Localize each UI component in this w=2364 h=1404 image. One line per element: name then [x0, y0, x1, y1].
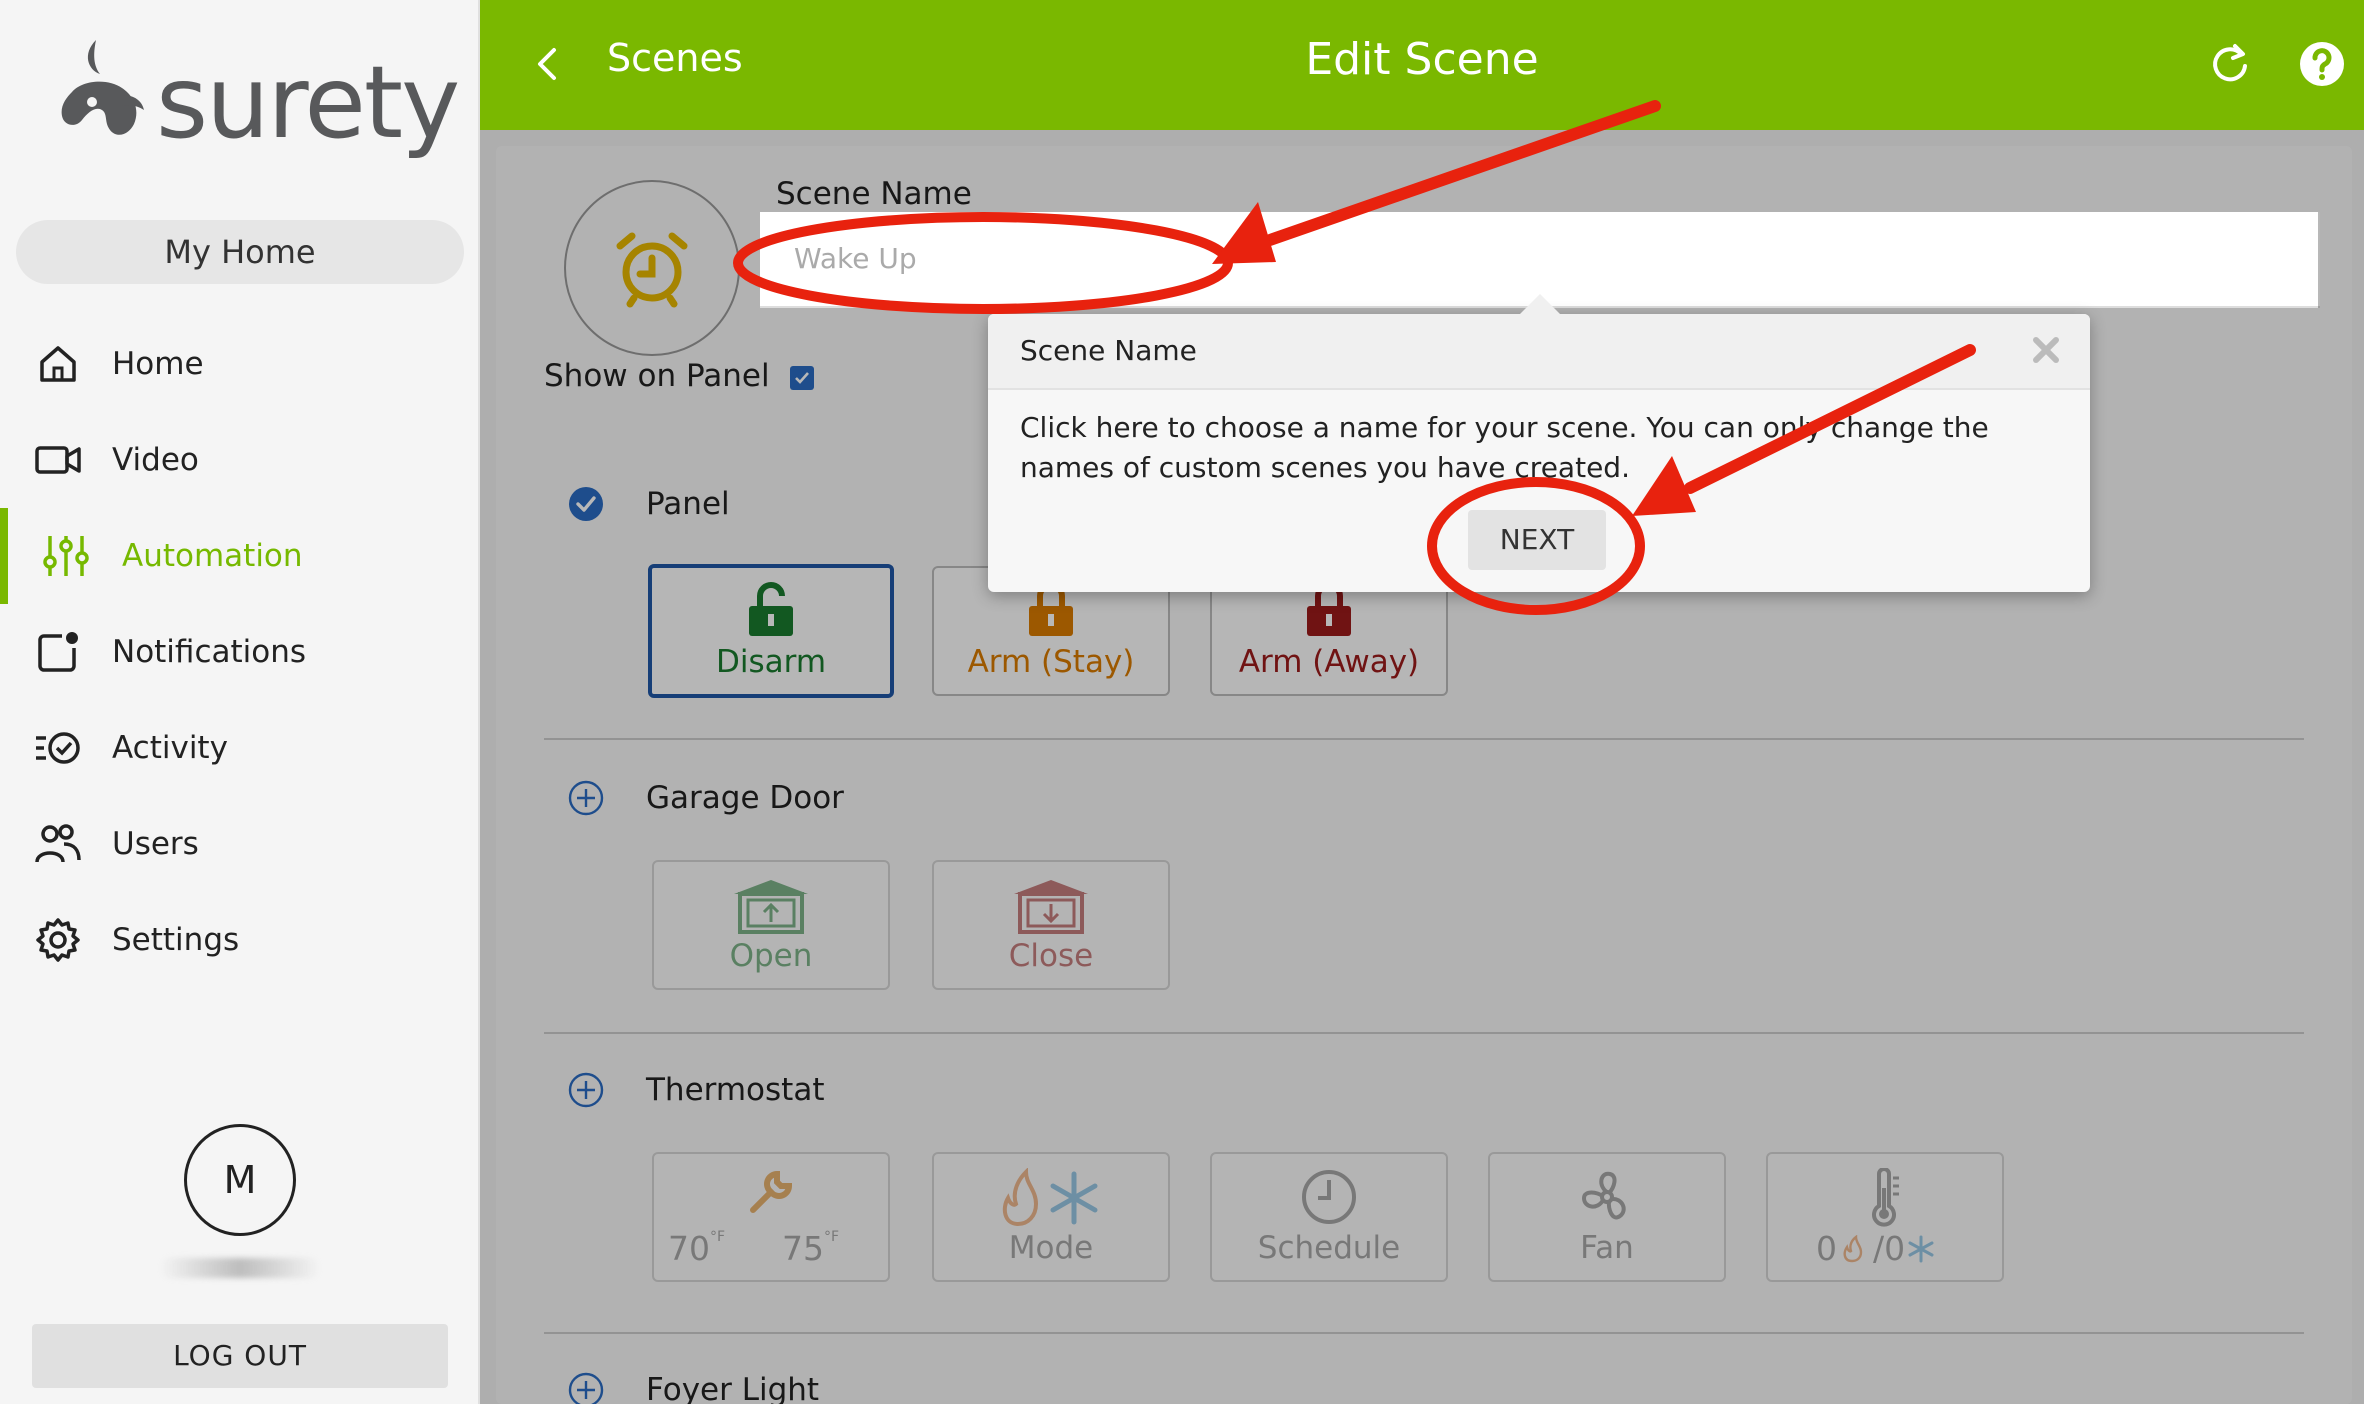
- brand-name: surety: [156, 44, 460, 161]
- logout-button[interactable]: LOG OUT: [32, 1324, 448, 1388]
- sidebar-item-label: Video: [112, 442, 199, 478]
- sidebar-item-users[interactable]: Users: [0, 796, 480, 892]
- surety-logo: surety: [52, 30, 460, 170]
- top-header: Scenes Edit Scene: [480, 0, 2364, 130]
- home-icon: [30, 336, 86, 392]
- page-title: Edit Scene: [1305, 34, 1539, 85]
- sidebar-item-label: Settings: [112, 922, 240, 958]
- sidebar-item-home[interactable]: Home: [0, 316, 480, 412]
- notification-icon: [30, 624, 86, 680]
- scene-name-placeholder: Wake Up: [794, 242, 917, 275]
- video-camera-icon: [30, 432, 86, 488]
- tutorial-popover: Scene Name Click here to choose a name f…: [988, 294, 2090, 592]
- next-button[interactable]: NEXT: [1468, 510, 1606, 570]
- gear-icon: [30, 912, 86, 968]
- sidebar-item-label: Users: [112, 826, 199, 862]
- sidebar-item-label: Activity: [112, 730, 228, 766]
- sidebar-item-notifications[interactable]: Notifications: [0, 604, 480, 700]
- chevron-left-icon[interactable]: [528, 44, 568, 84]
- sliders-icon: [38, 528, 94, 584]
- sidebar-item-label: Home: [112, 346, 204, 382]
- sidebar-item-label: Notifications: [112, 634, 307, 670]
- activity-list-icon: [30, 720, 86, 776]
- popover-header: Scene Name: [988, 314, 2090, 390]
- my-home-selector[interactable]: My Home: [16, 220, 464, 284]
- sidebar-item-label: Automation: [122, 538, 303, 574]
- back-to-scenes-link[interactable]: Scenes: [607, 36, 743, 80]
- popover-title: Scene Name: [1020, 334, 1197, 367]
- help-icon[interactable]: [2298, 40, 2346, 88]
- avatar[interactable]: M: [184, 1124, 296, 1236]
- sidebar-item-settings[interactable]: Settings: [0, 892, 480, 988]
- refresh-icon[interactable]: [2205, 40, 2255, 90]
- sidebar: surety My Home Home Video Automation Not…: [0, 0, 480, 1404]
- popover-body: Click here to choose a name for your sce…: [1020, 411, 1989, 484]
- popover-arrow: [1518, 294, 1562, 316]
- users-icon: [30, 816, 86, 872]
- user-name-blurred: [160, 1258, 320, 1278]
- close-icon[interactable]: [2026, 330, 2066, 370]
- sidebar-item-automation[interactable]: Automation: [0, 508, 480, 604]
- surety-dog-icon: [61, 40, 144, 135]
- sidebar-item-activity[interactable]: Activity: [0, 700, 480, 796]
- sidebar-item-video[interactable]: Video: [0, 412, 480, 508]
